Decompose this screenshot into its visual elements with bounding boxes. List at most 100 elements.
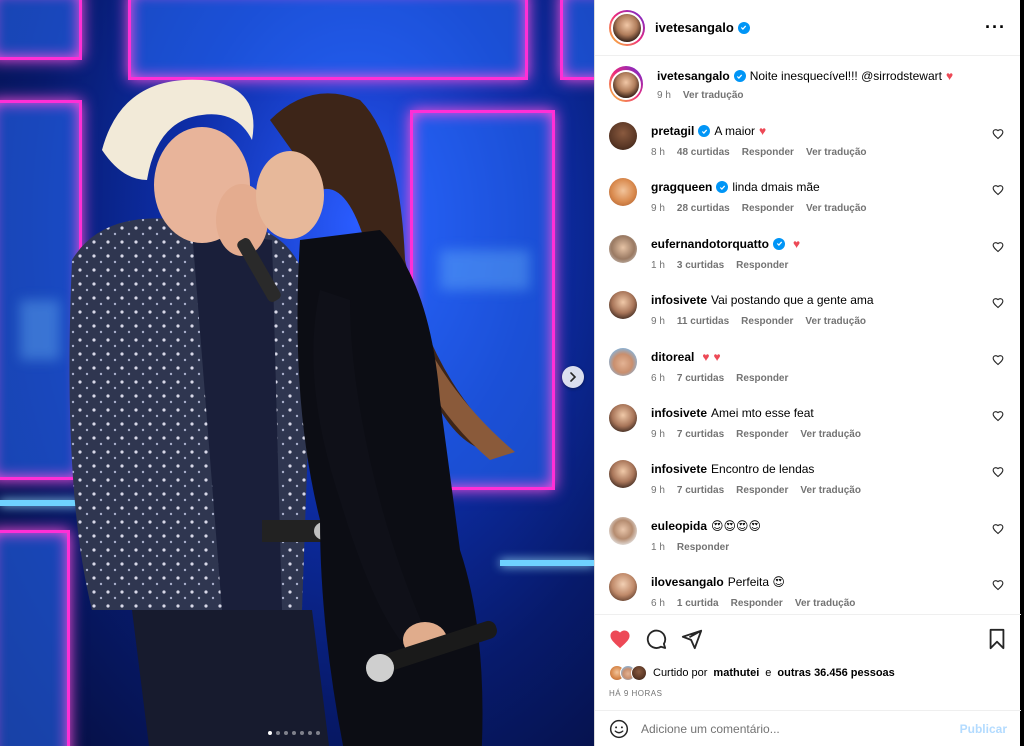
commenter-avatar[interactable] bbox=[609, 516, 637, 545]
commenter-username[interactable]: infosivete bbox=[651, 461, 707, 477]
comment-text: Vai postando que a gente ama bbox=[711, 293, 874, 308]
commenter-avatar[interactable] bbox=[609, 403, 637, 432]
commenter-avatar[interactable] bbox=[609, 178, 637, 207]
commenter-avatar[interactable] bbox=[609, 122, 637, 150]
commenter-avatar[interactable] bbox=[609, 573, 637, 602]
comment-item: infosivete Vai postando que a gente ama … bbox=[609, 289, 1006, 345]
reply-button[interactable]: Responder bbox=[736, 260, 788, 271]
comment-time: 8 h bbox=[651, 147, 665, 158]
commenter-username[interactable]: infosivete bbox=[651, 292, 707, 308]
comment-item: ditoreal ♥ ♥ 6 h 7 curtidas Responder bbox=[609, 346, 1006, 402]
likes-prefix: Curtido por bbox=[653, 667, 708, 679]
carousel-indicator bbox=[268, 731, 320, 735]
comment-likes-count[interactable]: 48 curtidas bbox=[677, 147, 730, 158]
comment-time: 9 h bbox=[651, 203, 665, 215]
likes-others-link[interactable]: outras 36.456 pessoas bbox=[777, 667, 894, 679]
publish-button[interactable]: Publicar bbox=[960, 722, 1007, 736]
comment-like-heart-icon[interactable] bbox=[992, 354, 1004, 366]
translate-link[interactable]: Ver tradução bbox=[806, 147, 867, 158]
comment-item: euleopida 😍😍😍😍 1 h Responder bbox=[609, 515, 1006, 571]
comment-bubble-icon[interactable] bbox=[645, 628, 667, 650]
caption-avatar-ring[interactable] bbox=[609, 66, 643, 102]
comment-time: 6 h bbox=[651, 598, 665, 610]
comment-rows: pretagil A maior ♥ 8 h 48 curtidas Respo… bbox=[609, 120, 1006, 616]
commenter-avatar[interactable] bbox=[609, 347, 637, 376]
author-avatar-ring[interactable] bbox=[609, 9, 645, 46]
add-comment-input[interactable] bbox=[641, 721, 960, 736]
comment-text: Perfeita 😍 bbox=[727, 575, 785, 590]
caption-username[interactable]: ivetesangalo bbox=[657, 68, 730, 84]
reply-button[interactable]: Responder bbox=[742, 203, 794, 214]
comment-likes-count[interactable]: 11 curtidas bbox=[677, 316, 729, 327]
comment-time: 1 h bbox=[651, 541, 665, 553]
commenter-username[interactable]: infosivete bbox=[651, 405, 707, 421]
stage-screen bbox=[128, 0, 528, 80]
more-options-icon[interactable]: ··· bbox=[985, 17, 1006, 38]
carousel-dot bbox=[268, 731, 272, 735]
commenter-avatar[interactable] bbox=[609, 460, 637, 489]
reply-button[interactable]: Responder bbox=[736, 429, 788, 440]
stage-screen bbox=[0, 0, 82, 60]
comment-text: Amei mto esse feat bbox=[711, 405, 814, 420]
reply-button[interactable]: Responder bbox=[736, 485, 788, 496]
comment-likes-count[interactable]: 28 curtidas bbox=[677, 203, 730, 214]
reply-button[interactable]: Responder bbox=[731, 598, 783, 609]
commenter-username[interactable]: gragqueen bbox=[651, 179, 712, 195]
reply-button[interactable]: Responder bbox=[741, 316, 793, 327]
comment-item: eufernandotorquatto ♥ 1 h 3 curtidas Res… bbox=[609, 233, 1006, 289]
emoji-picker-icon[interactable] bbox=[609, 719, 629, 739]
reply-button[interactable]: Responder bbox=[742, 147, 794, 158]
verified-badge-icon bbox=[773, 237, 785, 250]
comment-item: ilovesangalo Perfeita 😍 6 h 1 curtida Re… bbox=[609, 571, 1006, 616]
commenter-avatar[interactable] bbox=[609, 234, 637, 263]
stage-screen bbox=[560, 0, 594, 80]
comment-time: 9 h bbox=[651, 485, 665, 497]
translate-link[interactable]: Ver tradução bbox=[805, 316, 866, 327]
reply-button[interactable]: Responder bbox=[677, 542, 729, 553]
comment-likes-count[interactable]: 7 curtidas bbox=[677, 429, 724, 440]
comments-list: ivetesangalo Noite inesquecível!!! @sirr… bbox=[595, 56, 1020, 616]
verified-badge-icon bbox=[716, 181, 729, 194]
reply-button[interactable]: Responder bbox=[736, 373, 788, 384]
red-heart-emoji-icon: ♥ bbox=[945, 69, 954, 83]
translate-link[interactable]: Ver tradução bbox=[800, 485, 861, 496]
comment-like-heart-icon[interactable] bbox=[992, 128, 1004, 140]
comment-like-heart-icon[interactable] bbox=[992, 184, 1004, 196]
comment-likes-count[interactable]: 3 curtidas bbox=[677, 260, 724, 271]
translate-link[interactable]: Ver tradução bbox=[806, 203, 867, 214]
photo-subject-woman bbox=[256, 93, 515, 746]
likes-user-link[interactable]: mathutei bbox=[713, 667, 759, 679]
comment-text: linda dmais mãe bbox=[732, 180, 820, 195]
comment-like-heart-icon[interactable] bbox=[992, 410, 1004, 422]
comment-likes-count[interactable]: 7 curtidas bbox=[677, 373, 724, 384]
comment-like-heart-icon[interactable] bbox=[992, 466, 1004, 478]
like-heart-icon[interactable] bbox=[609, 629, 631, 649]
translate-link[interactable]: Ver tradução bbox=[795, 598, 856, 609]
bookmark-save-icon[interactable] bbox=[987, 628, 1007, 650]
likes-summary[interactable]: Curtido por mathutei e outras 36.456 pes… bbox=[609, 665, 1007, 681]
carousel-dot bbox=[316, 731, 320, 735]
verified-badge-icon bbox=[698, 125, 711, 137]
avatar bbox=[631, 665, 647, 681]
post-media[interactable] bbox=[0, 0, 594, 746]
translate-link[interactable]: Ver tradução bbox=[800, 429, 861, 440]
commenter-username[interactable]: ditoreal bbox=[651, 349, 694, 365]
commenter-avatar[interactable] bbox=[609, 291, 637, 320]
comment-like-heart-icon[interactable] bbox=[992, 523, 1004, 535]
comment-like-heart-icon[interactable] bbox=[992, 241, 1004, 253]
share-send-icon[interactable] bbox=[681, 628, 703, 650]
comment-likes-count[interactable]: 7 curtidas bbox=[677, 485, 724, 496]
commenter-username[interactable]: euleopida bbox=[651, 518, 707, 534]
commenter-username[interactable]: pretagil bbox=[651, 123, 694, 139]
comment-likes-count[interactable]: 1 curtida bbox=[677, 598, 719, 609]
carousel-next-button[interactable] bbox=[562, 366, 584, 388]
comment-like-heart-icon[interactable] bbox=[992, 579, 1004, 591]
action-bar: Curtido por mathutei e outras 36.456 pes… bbox=[595, 614, 1021, 698]
caption-translate-link[interactable]: Ver tradução bbox=[683, 90, 744, 101]
carousel-dot bbox=[308, 731, 312, 735]
author-username-link[interactable]: ivetesangalo bbox=[655, 20, 750, 35]
commenter-username[interactable]: eufernandotorquatto bbox=[651, 236, 769, 252]
commenter-username[interactable]: ilovesangalo bbox=[651, 574, 724, 590]
likes-connector: e bbox=[765, 667, 772, 679]
comment-like-heart-icon[interactable] bbox=[992, 297, 1004, 309]
